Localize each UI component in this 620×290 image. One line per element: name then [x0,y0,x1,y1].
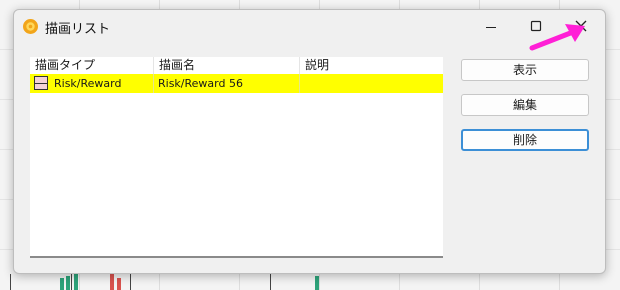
column-header-description[interactable]: 説明 [300,57,443,74]
title-bar[interactable]: 描画リスト [14,10,605,44]
delete-button[interactable]: 削除 [461,129,589,151]
window-title: 描画リスト [45,22,111,37]
cell-name: Risk/Reward 56 [154,74,300,93]
column-header-type[interactable]: 描画タイプ [30,57,154,74]
risk-reward-icon [34,76,48,90]
drawing-list-dialog: 描画リスト 描画タイプ 描画名 説明 Risk/Reward Risk/Rewa… [13,9,606,274]
minimize-button[interactable] [469,12,513,40]
cell-type-text: Risk/Reward [54,77,122,90]
edit-button[interactable]: 編集 [461,94,589,116]
minimize-icon [486,27,496,28]
cell-description [300,74,443,93]
column-header-name[interactable]: 描画名 [154,57,300,74]
show-button[interactable]: 表示 [461,59,589,81]
list-header: 描画タイプ 描画名 説明 [30,57,443,74]
cell-type: Risk/Reward [30,74,154,93]
list-row[interactable]: Risk/Reward Risk/Reward 56 [30,74,443,93]
drawing-list[interactable]: 描画タイプ 描画名 説明 Risk/Reward Risk/Reward 56 [30,57,443,258]
gear-app-icon [22,18,39,35]
annotation-arrow-icon [529,24,585,51]
